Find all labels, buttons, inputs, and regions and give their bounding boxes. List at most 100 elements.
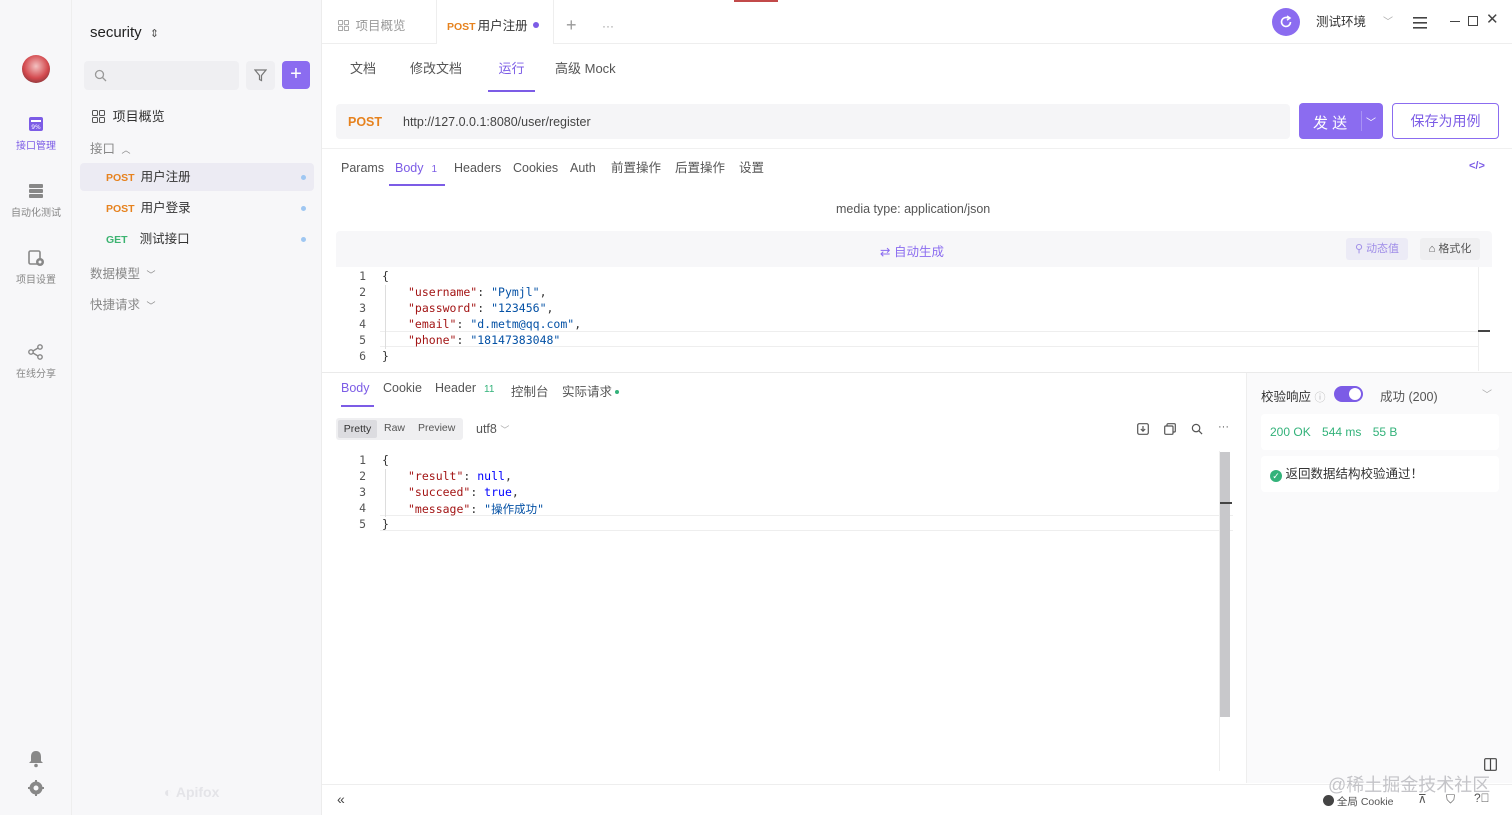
api-item-register[interactable]: POST 用户注册 <box>80 163 314 191</box>
search-box[interactable] <box>84 61 239 90</box>
add-tab-button[interactable]: + <box>566 0 577 44</box>
request-method[interactable]: POST <box>348 115 382 129</box>
unsaved-dot <box>301 206 306 211</box>
response-tab-header[interactable]: Header 11 <box>435 381 494 395</box>
rail-item-project-settings[interactable]: 项目设置 <box>0 249 72 286</box>
tab-register[interactable]: POST 用户注册 <box>436 0 554 44</box>
search-icon[interactable] <box>1191 423 1203 435</box>
tab-settings[interactable]: 设置 <box>739 156 764 186</box>
chevron-down-icon: ﹀ <box>146 301 156 311</box>
avatar[interactable] <box>22 55 50 83</box>
maximize-button[interactable] <box>1468 16 1478 26</box>
env-refresh-button[interactable] <box>1272 8 1300 36</box>
folder-api[interactable]: 接口 ︿ <box>90 138 131 157</box>
validation-result-select[interactable]: 成功 (200) ﹀ <box>1380 386 1492 405</box>
upload-icon[interactable]: ⊼ <box>1418 792 1427 806</box>
tab-post-ops[interactable]: 后置操作 <box>675 156 725 186</box>
minimize-button[interactable] <box>1450 12 1462 26</box>
tab-overview[interactable]: 项目概览 <box>338 0 406 44</box>
rail-label: 接口管理 <box>16 141 56 152</box>
add-button[interactable]: + <box>282 61 310 89</box>
filter-button[interactable] <box>246 61 275 90</box>
minimize-icon <box>1450 21 1460 22</box>
chevron-down-icon[interactable]: ﹀ <box>1366 114 1376 129</box>
rail-item-automation[interactable]: 自动化测试 <box>0 182 72 219</box>
api-item-test[interactable]: GET 测试接口 <box>80 225 314 253</box>
folder-quick[interactable]: 快捷请求 ﹀ <box>90 294 156 313</box>
project-switcher[interactable]: security ⇕ <box>90 24 159 41</box>
subtab-mock[interactable]: 高级 Mock <box>555 56 616 92</box>
view-preview[interactable]: Preview <box>418 422 455 434</box>
save-as-case-button[interactable]: 保存为用例 <box>1392 103 1499 139</box>
folder-models-label: 数据模型 <box>90 267 141 281</box>
code-view-icon[interactable]: </> <box>1469 160 1485 172</box>
response-tab-console[interactable]: 控制台 <box>511 381 549 400</box>
response-editor[interactable]: 1 {2 "result": null, 3 "succeed": true, 4 "mes… <box>336 451 1233 771</box>
response-tab-body[interactable]: Body <box>341 381 374 407</box>
sidebar: security ⇕ + 项目概览 接口 ︿ POST 用户注册 POST 用户登录… <box>72 0 322 815</box>
download-icon[interactable] <box>1137 423 1149 435</box>
current-line-highlight <box>380 515 1233 531</box>
global-cookie-button[interactable]: 全局 Cookie <box>1323 794 1394 809</box>
response-scroll-thumb[interactable] <box>1220 452 1230 717</box>
body-editor[interactable]: 1 {2 "username": "Pymjl", 3 "password": "123… <box>336 267 1479 371</box>
search-input[interactable] <box>112 66 232 85</box>
tab-headers[interactable]: Headers <box>454 156 501 186</box>
encoding-select[interactable]: utf8 ﹀ <box>476 422 509 436</box>
menu-button[interactable] <box>1409 12 1431 34</box>
tab-auth[interactable]: Auth <box>570 156 596 186</box>
subtab-doc[interactable]: 文档 <box>350 56 376 92</box>
validation-toggle[interactable] <box>1334 386 1363 402</box>
more-icon[interactable]: ··· <box>1218 421 1229 433</box>
help-circle-icon[interactable]: ?⃝ <box>1474 791 1490 805</box>
env-select[interactable]: 测试环境 ﹀ <box>1309 9 1399 36</box>
gear-icon[interactable] <box>28 780 44 796</box>
view-raw[interactable]: Raw <box>384 422 405 434</box>
subtab-edit-doc[interactable]: 修改文档 <box>410 56 462 92</box>
unsaved-dot <box>301 237 306 242</box>
bell-icon[interactable] <box>28 750 44 768</box>
updown-icon: ⇕ <box>149 28 160 40</box>
tab-pre-ops[interactable]: 前置操作 <box>611 156 661 186</box>
double-chevron-left-icon: « <box>337 791 345 807</box>
url-bar[interactable]: POST http://127.0.0.1:8080/user/register <box>336 104 1290 139</box>
share-icon <box>28 344 43 360</box>
json-colon: : <box>470 485 485 499</box>
line-number: 5 <box>359 333 366 347</box>
view-pretty[interactable]: Pretty <box>338 420 377 438</box>
url-input[interactable]: http://127.0.0.1:8080/user/register <box>403 115 591 129</box>
sidebar-item-overview[interactable]: 项目概览 <box>92 106 165 125</box>
api-name: 测试接口 <box>139 232 190 246</box>
auto-generate-button[interactable]: ⇄ 自动生成 <box>880 241 944 260</box>
json-tail: , <box>574 317 582 331</box>
copy-icon[interactable] <box>1164 423 1176 435</box>
rail-item-share[interactable]: 在线分享 <box>0 343 72 380</box>
json-tail: , <box>539 285 547 299</box>
more-tabs-button[interactable]: ··· <box>602 0 614 44</box>
collapse-sidebar-button[interactable]: « <box>337 791 345 807</box>
shirt-icon[interactable]: ⛉ <box>1446 792 1455 807</box>
rail-item-api-management[interactable]: 9% 接口管理 <box>0 115 72 152</box>
tab-params[interactable]: Params <box>341 156 384 186</box>
magic-icon: ⚲ <box>1354 243 1363 255</box>
subtab-run[interactable]: 运行 <box>488 56 535 92</box>
response-time: 544 ms <box>1322 425 1362 439</box>
dynamic-value-button[interactable]: ⚲ 动态值 <box>1346 238 1408 260</box>
send-button[interactable]: 发 送 ﹀ <box>1299 103 1383 139</box>
folder-models[interactable]: 数据模型 ﹀ <box>90 263 156 282</box>
response-tab-cookie[interactable]: Cookie <box>383 381 422 395</box>
params-divider <box>322 148 1512 149</box>
tab-cookies[interactable]: Cookies <box>513 156 558 186</box>
editor-scrollbar[interactable] <box>1478 267 1490 371</box>
help-icon[interactable]: ⓘ <box>1315 392 1326 404</box>
project-name: security <box>90 24 142 41</box>
tab-body[interactable]: Body 1 <box>389 156 445 186</box>
format-button[interactable]: ⌂ 格式化 <box>1420 238 1480 260</box>
response-tab-actual-request[interactable]: 实际请求 <box>562 381 620 400</box>
api-item-login[interactable]: POST 用户登录 <box>80 194 314 222</box>
layout-toggle-icon[interactable] <box>1484 758 1497 771</box>
json-tail: , <box>504 469 512 483</box>
close-button[interactable]: ✕ <box>1486 12 1499 28</box>
json-value: "d.metm@qq.com" <box>470 317 575 331</box>
json-value: true <box>484 485 512 499</box>
